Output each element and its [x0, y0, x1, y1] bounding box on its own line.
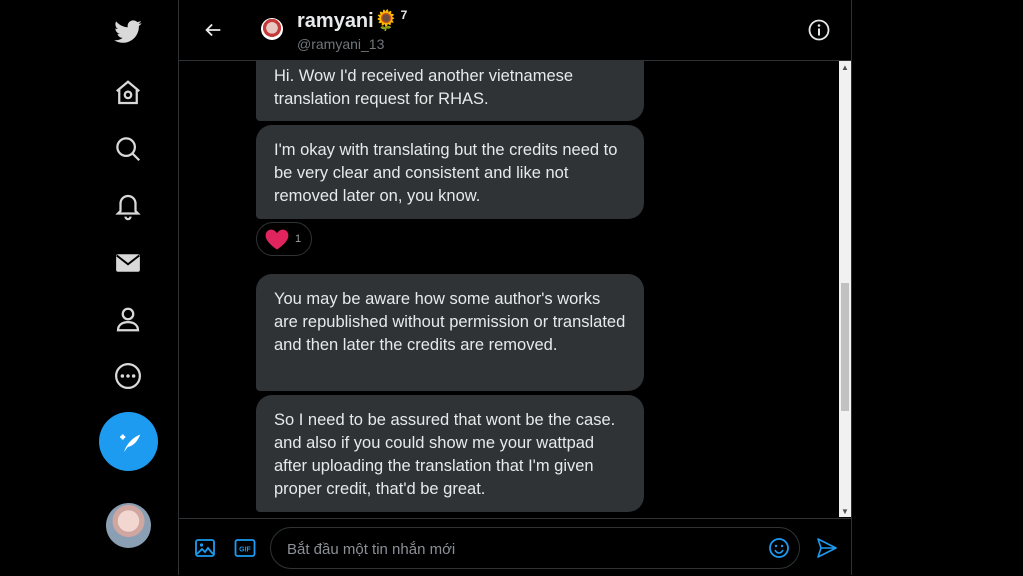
twitter-logo-icon[interactable]: [106, 10, 150, 54]
explore-search-icon[interactable]: [106, 127, 150, 171]
reaction-count: 1: [295, 233, 302, 245]
scrollbar-thumb[interactable]: [841, 283, 849, 411]
heart-icon: [265, 229, 289, 250]
info-icon[interactable]: [807, 18, 831, 42]
messages-mail-icon[interactable]: [106, 241, 150, 285]
send-icon[interactable]: [815, 536, 839, 560]
contact-name-emoji: 🌻: [373, 10, 399, 32]
message-bubble[interactable]: I'm okay with translating but the credit…: [256, 125, 644, 219]
back-arrow-icon[interactable]: [199, 16, 227, 44]
gif-icon[interactable]: GIF: [233, 536, 257, 560]
scroll-down-arrow-icon[interactable]: ▼: [839, 505, 851, 517]
conversation-header: ramyani🌻 7 @ramyani_13: [179, 0, 851, 61]
account-avatar[interactable]: [106, 503, 151, 548]
message-bubble[interactable]: You may be aware how some author's works…: [256, 274, 644, 391]
scroll-up-arrow-icon[interactable]: ▲: [839, 61, 851, 73]
gif-label: GIF: [239, 547, 251, 554]
profile-person-icon[interactable]: [106, 297, 150, 341]
more-icon[interactable]: [106, 354, 150, 398]
right-empty-area: [852, 0, 1023, 575]
message-composer: GIF: [179, 518, 851, 576]
message-bubble[interactable]: Hi. Wow I'd received another vietnamese …: [256, 61, 644, 121]
compose-tweet-button[interactable]: [99, 412, 158, 471]
message-input-box[interactable]: [270, 527, 800, 570]
contact-name-superscript: 7: [400, 8, 408, 23]
contact-avatar[interactable]: [261, 18, 283, 40]
message-list[interactable]: Hi. Wow I'd received another vietnamese …: [179, 61, 851, 517]
contact-name[interactable]: ramyani🌻 7: [297, 8, 407, 33]
media-image-icon[interactable]: [193, 536, 217, 560]
message-input[interactable]: [285, 528, 759, 570]
contact-handle: @ramyani_13: [297, 36, 385, 52]
left-navigation: [0, 0, 178, 575]
emoji-icon[interactable]: [767, 536, 791, 560]
compose-tweet-icon: [119, 434, 140, 452]
contact-name-text: ramyani: [297, 10, 374, 32]
home-icon[interactable]: [106, 71, 150, 115]
message-scrollbar[interactable]: ▲ ▼: [839, 61, 851, 517]
conversation-panel: ramyani🌻 7 @ramyani_13 Hi. Wow I'd receiv…: [178, 0, 852, 576]
message-bubble[interactable]: So I need to be assured that wont be the…: [256, 395, 644, 512]
message-reaction[interactable]: 1: [256, 222, 312, 256]
notifications-bell-icon[interactable]: [106, 184, 150, 228]
